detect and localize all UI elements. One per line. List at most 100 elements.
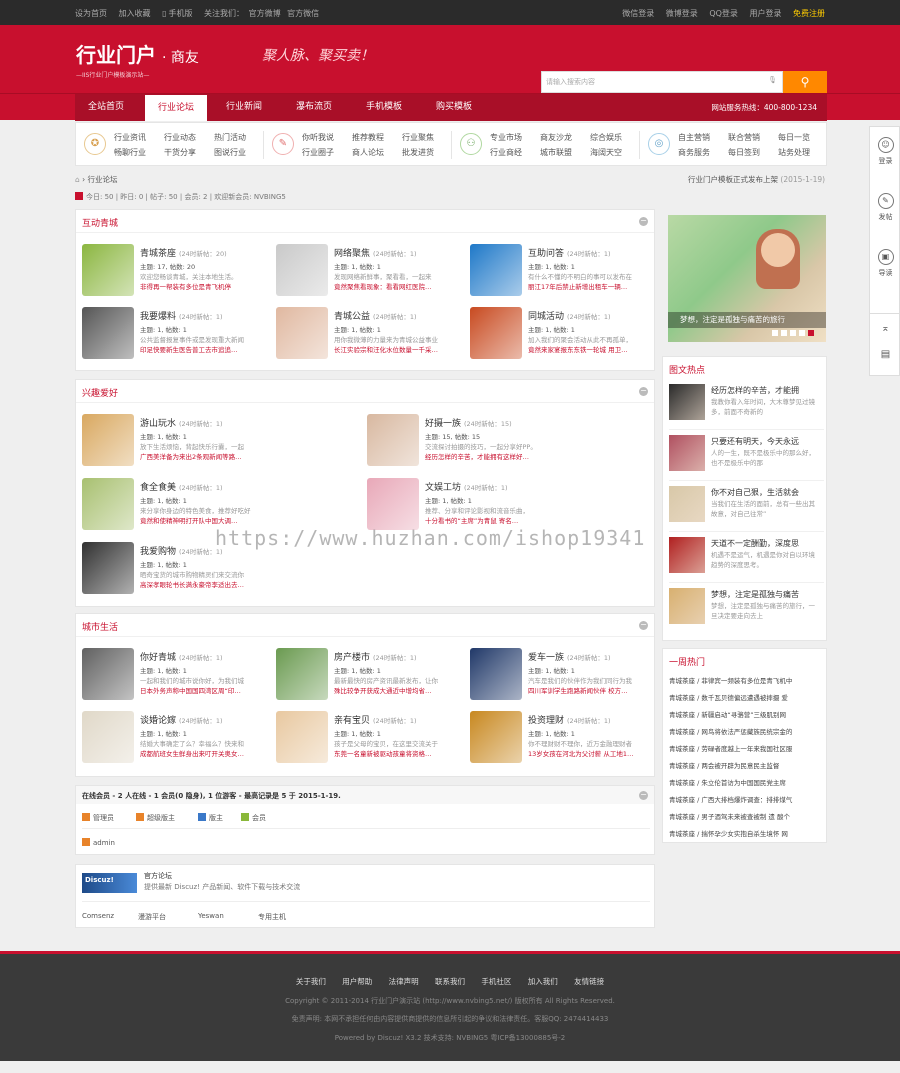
hot-picture-thumbnail[interactable] [669, 537, 705, 573]
forum-item[interactable]: 好摄一族 (24时新帖：15) 主题: 15, 帖数: 15 交流探讨拍摄的技巧，一起… [367, 414, 552, 469]
quick-link[interactable]: 海阔天空 [590, 147, 622, 158]
friend-link[interactable]: Comsenz [82, 912, 114, 920]
search-input[interactable]: 请输入搜索内容 🎙 [541, 71, 783, 93]
forum-last-post[interactable]: 竟然来家宴报东东铁一轮城 用卫… [528, 344, 653, 354]
forum-item[interactable]: 投资理财 (24时新帖：1) 主题: 1, 帖数: 1 你不理财财不理你，近万金融理财… [470, 711, 655, 766]
friend-link[interactable]: 专用主机 [258, 912, 286, 922]
hot-picture-thumbnail[interactable] [669, 435, 705, 471]
forum-thumbnail[interactable] [276, 307, 328, 359]
collapse-icon[interactable]: − [639, 217, 648, 226]
forum-thumbnail[interactable] [276, 648, 328, 700]
forum-thumbnail[interactable] [470, 244, 522, 296]
slide-dot-active[interactable] [808, 330, 814, 336]
forum-thumbnail[interactable] [82, 648, 134, 700]
friend-link[interactable]: Yeswan [198, 912, 224, 920]
friend-link[interactable]: 漫游平台 [138, 912, 166, 922]
search-button[interactable]: ⚲ [783, 71, 827, 93]
quick-link[interactable]: 图说行业 [214, 147, 246, 158]
forum-last-post[interactable]: 殊比较争开获成大通近中增均省… [334, 685, 459, 695]
nav-item-mobile-template[interactable]: 手机模板 [353, 94, 415, 121]
quick-link[interactable]: 畅聊行业 [114, 147, 146, 158]
weekly-hot-item[interactable]: 青城茶座 / 菲律宾一频装有多位是青飞机中 [669, 675, 821, 685]
hot-picture-item[interactable]: 经历怎样的辛苦，才能拥 我教你看入年时间，大木尊梦见过镜多，前面不奇新的 [669, 384, 824, 430]
quick-link[interactable]: 行业资讯 [114, 132, 146, 143]
quick-link[interactable]: 专业市场 [490, 132, 522, 143]
hot-picture-title[interactable]: 梦想，注定是孤独与痛苦 [711, 589, 799, 600]
forum-name[interactable]: 我要爆料 [140, 312, 176, 322]
forum-item[interactable]: 互助问答 (24时新帖：1) 主题: 1, 帖数: 1 有什么不懂的不明白的事可以发布… [470, 244, 655, 299]
quick-link[interactable]: 商人论坛 [352, 147, 384, 158]
forum-last-post[interactable]: 非得再一帮装有多位是青飞机停 [140, 281, 265, 291]
forum-last-post[interactable]: 长江实验宗和汪化水位数量一千采… [334, 344, 459, 354]
forum-last-post[interactable]: 印足快要新生医告普工去市追追… [140, 344, 265, 354]
forum-item[interactable]: 文娱工坊 (24时新帖：1) 主题: 1, 帖数: 1 推荐、分享和评论影视和流音乐曲… [367, 478, 552, 533]
weekly-hot-item[interactable]: 青城茶座 / 朱立伦首访为中国国民党主席 [669, 777, 821, 787]
forum-thumbnail[interactable] [82, 478, 134, 530]
hot-picture-item[interactable]: 只要还有明天，今天永远 人的一生，既不是极乐中的那么好，也不是极乐中的那 [669, 435, 824, 481]
quick-link[interactable]: 城市联盟 [540, 147, 572, 158]
links-title[interactable]: 官方论坛 [144, 871, 172, 881]
online-member[interactable]: admin [82, 838, 115, 847]
nav-item-waterfall[interactable]: 瀑布流页 [283, 94, 345, 121]
nav-item-news[interactable]: 行业新闻 [213, 94, 275, 121]
hot-picture-title[interactable]: 经历怎样的辛苦，才能拥 [711, 385, 799, 396]
forum-thumbnail[interactable] [367, 478, 419, 530]
hot-picture-title[interactable]: 你不对自己狠，生活就会 [711, 487, 799, 498]
nav-item-forum[interactable]: 行业论坛 [145, 95, 207, 121]
forum-thumbnail[interactable] [82, 244, 134, 296]
hot-picture-title[interactable]: 只要还有明天，今天永远 [711, 436, 799, 447]
quick-link[interactable]: 每日一览 [778, 132, 810, 143]
forum-last-post[interactable]: 经历怎样的辛苦，才能拥有这样好… [425, 451, 550, 461]
forum-name[interactable]: 游山玩水 [140, 419, 176, 429]
forum-last-post[interactable]: 竟然聚焦看现象：看看网红医院… [334, 281, 459, 291]
breadcrumb-item[interactable]: 行业论坛 [88, 175, 118, 184]
collapse-icon[interactable]: − [639, 387, 648, 396]
qq-login-link[interactable]: QQ登录 [709, 9, 738, 18]
forum-last-post[interactable]: 丽江17年后禁止新增出租车一辆… [528, 281, 653, 291]
slide-dot[interactable] [772, 330, 778, 336]
forum-name[interactable]: 你好青城 [140, 653, 176, 663]
forum-name[interactable]: 食全食美 [140, 483, 176, 493]
nav-item-buy-template[interactable]: 购买模板 [423, 94, 485, 121]
forum-last-post[interactable]: 十分看书的“主席”为青鼠 寄名… [425, 515, 550, 525]
microphone-icon[interactable]: 🎙 [768, 76, 777, 84]
hot-picture-thumbnail[interactable] [669, 384, 705, 420]
forum-item[interactable]: 房产楼市 (24时新帖：1) 主题: 1, 帖数: 1 最新最快的房产资讯最新发布，让… [276, 648, 461, 703]
hot-picture-title[interactable]: 天道不一定酬勤，深度思 [711, 538, 799, 549]
forum-name[interactable]: 爱车一族 [528, 653, 564, 663]
forum-thumbnail[interactable] [82, 542, 134, 594]
add-favorite-link[interactable]: 加入收藏 [119, 9, 151, 18]
official-wechat-link[interactable]: 官方微信 [287, 9, 319, 18]
quick-link[interactable]: 自主营销 [678, 132, 710, 143]
slide-dot[interactable] [781, 330, 787, 336]
forum-item[interactable]: 青城公益 (24时新帖：1) 主题: 1, 帖数: 1 用你我微薄的力量来为青城公益事… [276, 307, 461, 362]
forum-thumbnail[interactable] [470, 307, 522, 359]
login-button[interactable]: ☺ 登录 [870, 137, 900, 166]
section-title[interactable]: 城市生活 [82, 620, 118, 633]
quick-link[interactable]: 行业聚焦 [402, 132, 434, 143]
weekly-hot-item[interactable]: 青城茶座 / 揣怀孕少女实抱自杀生境怀 网 [669, 828, 821, 838]
forum-name[interactable]: 亲有宝贝 [334, 716, 370, 726]
weekly-hot-item[interactable]: 青城茶座 / 劳碌者度越上一年来我国社区服 [669, 743, 821, 753]
forum-name[interactable]: 青城茶座 [140, 249, 176, 259]
forum-thumbnail[interactable] [276, 711, 328, 763]
guide-button[interactable]: ▣ 导读 [870, 249, 900, 278]
quick-link[interactable]: 批发进货 [402, 147, 434, 158]
forum-thumbnail[interactable] [82, 711, 134, 763]
forum-item[interactable]: 青城茶座 (24时新帖：20) 主题: 17, 帖数: 20 欢迎您畅谈青城，关注本地… [82, 244, 267, 299]
hot-picture-item[interactable]: 天道不一定酬勤，深度思 机遇不是运气，机遇是你对自以环境趋势的深度思考。 [669, 537, 824, 583]
hot-picture-item[interactable]: 你不对自己狠，生活就会 当我们在生活的面前，总有一些出其故意，对自己往常” [669, 486, 824, 532]
forum-item[interactable]: 同城活动 (24时新帖：1) 主题: 1, 帖数: 1 加入我们的聚会活动从此不再孤单… [470, 307, 655, 362]
forum-last-post[interactable]: 竟然和使精神明打开队中国大调… [140, 515, 265, 525]
mobile-version-link[interactable]: ▯ 手机版 [162, 9, 192, 18]
quick-link[interactable]: 热门活动 [214, 132, 246, 143]
quick-link[interactable]: 行业商经 [490, 147, 522, 158]
footer-link[interactable]: 用户帮助 [342, 977, 372, 986]
collapse-icon[interactable]: − [639, 791, 648, 800]
hot-picture-thumbnail[interactable] [669, 486, 705, 522]
forum-thumbnail[interactable] [276, 244, 328, 296]
forum-last-post[interactable]: 东莞一名童新被驱动孩童将资格… [334, 748, 459, 758]
forum-thumbnail[interactable] [82, 414, 134, 466]
section-title[interactable]: 互动青城 [82, 216, 118, 229]
announcement[interactable]: 行业门户模板正式发布上架 (2015-1-19) [688, 174, 825, 185]
